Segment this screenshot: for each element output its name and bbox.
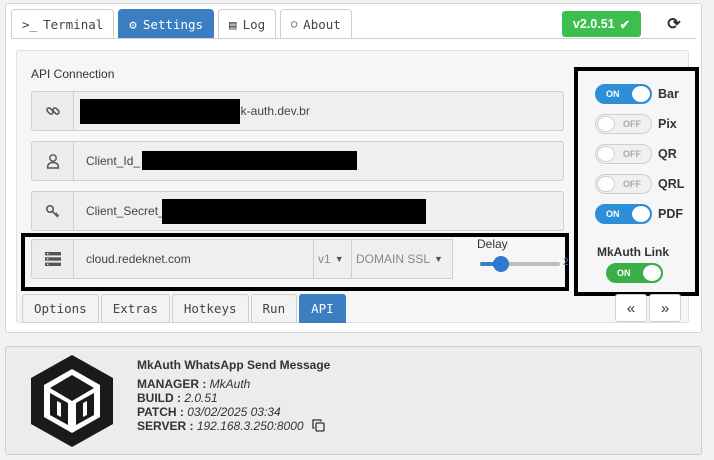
next-page-button[interactable]: » bbox=[649, 294, 681, 322]
client-id-row: Client_Id_ bbox=[31, 141, 564, 181]
link-icon bbox=[31, 91, 74, 131]
tab-divider bbox=[11, 38, 696, 39]
chevron-down-icon: ▼ bbox=[434, 254, 443, 264]
settings-panel: >_ Terminal ⚙ Settings ▤ Log ◯ About v2.… bbox=[5, 3, 702, 333]
prev-page-button[interactable]: « bbox=[615, 294, 647, 322]
client-secret-field[interactable]: Client_Secret_ bbox=[74, 191, 564, 231]
patch-value: 03/02/2025 03:34 bbox=[187, 405, 281, 419]
api-url-row: nk-auth.dev.br bbox=[31, 91, 564, 131]
chevron-down-icon: ▼ bbox=[334, 254, 344, 264]
tab-terminal[interactable]: >_ Terminal bbox=[11, 9, 115, 38]
user-icon bbox=[31, 141, 74, 181]
tab-about[interactable]: ◯ About bbox=[280, 9, 352, 38]
tab-log[interactable]: ▤ Log bbox=[218, 9, 277, 38]
api-version-value: v1 bbox=[318, 252, 331, 266]
toggle-label: Bar bbox=[658, 87, 679, 101]
toggle-label: QRL bbox=[658, 177, 685, 191]
main-tabs: >_ Terminal ⚙ Settings ▤ Log ◯ About bbox=[11, 9, 352, 38]
delay-value: 2 bbox=[563, 257, 569, 268]
redaction-bar bbox=[142, 151, 357, 170]
toggle-row-mkauth-link: ON bbox=[606, 263, 663, 283]
bar-toggle[interactable]: ON bbox=[595, 84, 652, 104]
client-id-value: Client_Id_ bbox=[86, 154, 141, 168]
server-line: SERVER : 192.168.3.250:8000 bbox=[137, 419, 330, 433]
qrl-toggle[interactable]: OFF bbox=[595, 174, 652, 194]
api-url-field[interactable]: nk-auth.dev.br bbox=[74, 91, 564, 131]
about-title: MkAuth WhatsApp Send Message bbox=[137, 358, 331, 372]
mkauth-logo bbox=[31, 355, 113, 447]
server-host-field[interactable]: cloud.redeknet.com bbox=[74, 239, 314, 279]
toggle-label: QR bbox=[658, 147, 677, 161]
log-icon: ▤ bbox=[229, 16, 237, 32]
pdf-toggle[interactable]: ON bbox=[595, 204, 652, 224]
server-icon bbox=[31, 239, 74, 279]
check-icon: ✔ bbox=[619, 17, 631, 32]
client-secret-row: Client_Secret_ bbox=[31, 191, 564, 231]
build-value: 2.0.51 bbox=[184, 391, 218, 405]
subtab-run[interactable]: Run bbox=[250, 294, 298, 323]
mkauth-link-title: MkAuth Link bbox=[597, 245, 669, 259]
patch-line: PATCH : 03/02/2025 03:34 bbox=[137, 405, 281, 419]
subtab-extras[interactable]: Extras bbox=[100, 294, 170, 323]
tab-settings[interactable]: ⚙ Settings bbox=[118, 9, 215, 38]
toggle-row-pdf: ON PDF bbox=[595, 204, 683, 224]
subtab-options[interactable]: Options bbox=[22, 294, 99, 323]
terminal-icon: >_ bbox=[22, 16, 38, 32]
pix-toggle[interactable]: OFF bbox=[595, 114, 652, 134]
key-icon bbox=[31, 191, 74, 231]
about-panel: MkAuth WhatsApp Send Message MANAGER : M… bbox=[5, 346, 702, 455]
mkauth-link-toggle[interactable]: ON bbox=[606, 263, 663, 283]
ssl-mode-value: DOMAIN SSL bbox=[356, 252, 431, 266]
toggle-row-bar: ON Bar bbox=[595, 84, 679, 104]
toggle-label: PDF bbox=[658, 207, 683, 221]
tab-label: About bbox=[303, 16, 341, 32]
tab-label: Terminal bbox=[43, 16, 104, 32]
delay-slider-handle[interactable] bbox=[492, 256, 509, 272]
api-url-value: nk-auth.dev.br bbox=[234, 104, 310, 118]
manager-value: MkAuth bbox=[209, 377, 251, 391]
refresh-icon[interactable]: ⟳ bbox=[664, 13, 684, 35]
delay-slider[interactable] bbox=[480, 256, 560, 272]
toggle-label: Pix bbox=[658, 117, 677, 131]
gears-icon: ⚙ bbox=[129, 16, 137, 32]
server-settings-box: cloud.redeknet.com v1 ▼ DOMAIN SSL ▼ Del… bbox=[21, 233, 569, 291]
redaction-bar bbox=[162, 199, 426, 224]
toggle-row-qrl: OFF QRL bbox=[595, 174, 684, 194]
feature-toggles-box: ON Bar OFF Pix OFF QR OFF QRL ON PDF MkA… bbox=[574, 67, 699, 296]
section-title: API Connection bbox=[31, 67, 115, 81]
toggle-row-qr: OFF QR bbox=[595, 144, 677, 164]
subtab-api[interactable]: API bbox=[299, 294, 346, 323]
version-badge[interactable]: v2.0.51 ✔ bbox=[562, 11, 641, 37]
qr-toggle[interactable]: OFF bbox=[595, 144, 652, 164]
version-label: v2.0.51 bbox=[572, 17, 615, 31]
toggle-row-pix: OFF Pix bbox=[595, 114, 677, 134]
tab-label: Settings bbox=[142, 16, 204, 32]
server-value: 192.168.3.250:8000 bbox=[196, 419, 304, 433]
about-info: MkAuth WhatsApp Send Message MANAGER : M… bbox=[137, 358, 330, 433]
settings-subtabs: Options Extras Hotkeys Run API bbox=[22, 294, 346, 323]
delay-label: Delay bbox=[477, 237, 508, 251]
manager-line: MANAGER : MkAuth bbox=[137, 377, 251, 391]
api-version-select[interactable]: v1 ▼ bbox=[314, 239, 352, 279]
comment-icon: ◯ bbox=[291, 18, 298, 30]
server-row: cloud.redeknet.com v1 ▼ DOMAIN SSL ▼ bbox=[31, 239, 453, 279]
client-secret-value: Client_Secret_ bbox=[86, 204, 165, 218]
client-id-field[interactable]: Client_Id_ bbox=[74, 141, 564, 181]
redaction-bar bbox=[80, 99, 240, 124]
subtab-hotkeys[interactable]: Hotkeys bbox=[171, 294, 249, 323]
build-line: BUILD : 2.0.51 bbox=[137, 391, 218, 405]
tab-label: Log bbox=[242, 16, 266, 32]
ssl-mode-select[interactable]: DOMAIN SSL ▼ bbox=[352, 239, 453, 279]
copy-icon[interactable] bbox=[312, 419, 325, 432]
